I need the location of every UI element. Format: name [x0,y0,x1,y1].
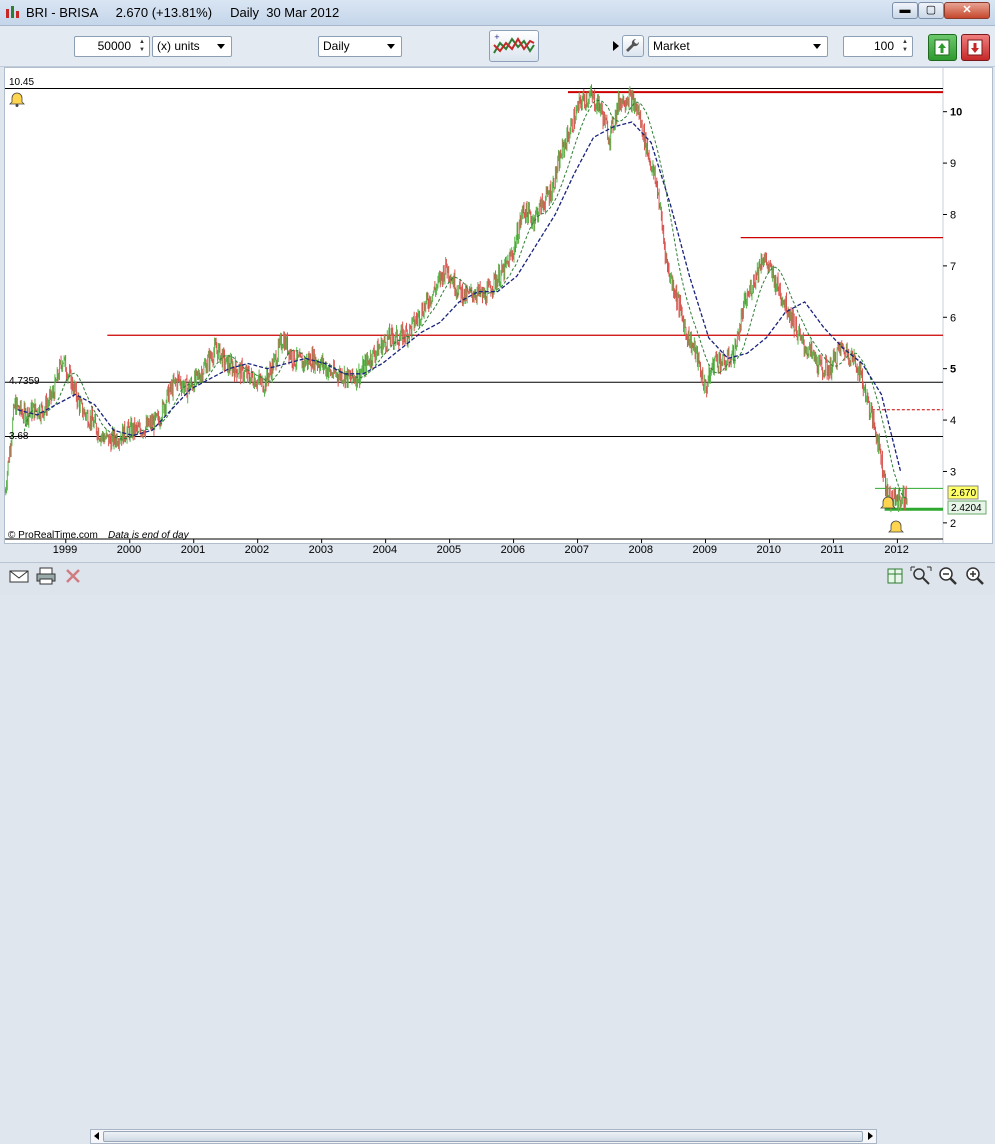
level-label: 4.7359 [9,376,40,387]
status-bar [0,562,995,1144]
y-tick-label: 6 [950,312,956,324]
zoom-out-icon[interactable] [937,566,959,586]
order-quantity-stepper[interactable]: ▲ ▼ [900,38,910,55]
quantity-value: 50000 [97,39,131,53]
x-tick-label: 2005 [436,544,462,556]
zoom-in-icon[interactable] [964,566,986,586]
x-tick-label: 2007 [564,544,590,556]
y-tick-label: 7 [950,261,956,273]
units-value: (x) units [157,39,200,53]
scroll-left-arrow[interactable] [94,1132,99,1140]
minimize-button[interactable]: ▬ [892,2,918,19]
buy-button[interactable] [928,34,957,61]
chevron-down-icon [217,44,225,49]
indicator-chart-icon: + [493,33,535,54]
credit-note: Data is end of day [108,530,190,541]
maximize-button[interactable]: ▢ [918,2,944,19]
y-tick-label: 5 [950,364,956,376]
price-chart[interactable]: 2 3 4 5 6 7 8 9 10 10.45 4.7359 3.68 2.670 2.420… [4,68,992,543]
indicator-button[interactable]: + [489,30,539,62]
level-label: 10.45 [9,77,34,88]
x-tick-label: 2001 [180,544,206,556]
zoom-fit-icon[interactable] [910,566,932,586]
x-tick-label: 2009 [692,544,717,556]
period-select[interactable]: Daily [318,36,402,57]
credit: © ProRealTime.com [8,530,98,541]
support-price-label: 2.4204 [951,503,982,514]
panel-toggle-arrow[interactable] [613,41,619,51]
current-price-tag: 2.670 [947,485,979,500]
price-bars [4,84,908,513]
close-button[interactable]: ✕ [944,2,990,19]
delete-icon[interactable] [62,566,84,586]
y-tick-label: 8 [950,209,956,221]
chevron-down-icon [813,44,821,49]
period-value: Daily [323,39,350,53]
x-tick-label: 2006 [500,544,526,556]
x-tick-label: 2008 [628,544,653,556]
sell-button[interactable] [961,34,990,61]
scroll-right-arrow[interactable] [868,1132,873,1140]
order-quantity-value: 100 [873,39,894,53]
window-title: BRI - BRISA 2.670 (+13.81%) Daily 30 Mar… [26,5,340,20]
alarm-bell-icon[interactable] [9,92,25,107]
order-quantity-input[interactable]: 100 ▲ ▼ [843,36,913,57]
svg-text:+: + [494,33,500,41]
current-price-label: 2.670 [951,488,976,499]
wrench-button[interactable] [622,35,644,57]
x-tick-label: 2002 [244,544,270,556]
x-tick-label: 2000 [116,544,142,556]
print-icon[interactable] [35,566,57,586]
y-axis: 2 3 4 5 6 7 8 9 10 [943,107,962,530]
x-tick-label: 1999 [52,544,78,556]
sell-icon [967,39,983,56]
x-tick-label: 2011 [820,544,845,556]
level-labels: 10.45 4.7359 3.68 [9,77,40,442]
quantity-stepper[interactable]: ▲ ▼ [137,38,147,55]
scrollbar-thumb[interactable] [103,1131,863,1142]
support-price-tag: 2.4204 [947,500,987,515]
x-tick-label: 2010 [756,544,781,556]
order-type-select[interactable]: Market [648,36,828,57]
y-tick-label: 4 [950,415,956,427]
y-tick-label: 9 [950,158,956,170]
units-select[interactable]: (x) units [152,36,232,57]
x-tick-label: 2012 [884,544,909,556]
x-tick-label: 2003 [308,544,334,556]
buy-icon [934,39,950,56]
quantity-input[interactable]: 50000 ▲ ▼ [74,36,150,57]
order-toolbar: 50000 ▲ ▼ (x) units Daily + Market 100 ▲ ▼ [0,26,995,67]
y-tick-label: 2 [950,518,956,530]
app-icon [6,6,19,18]
y-tick-label: 10 [950,107,962,119]
chart-panel[interactable]: 2 3 4 5 6 7 8 9 10 10.45 4.7359 3.68 2.670 2.420… [4,67,993,544]
y-tick-label: 3 [950,466,956,478]
chevron-down-icon [387,44,395,49]
email-icon[interactable] [8,566,30,586]
wrench-icon [626,38,640,52]
level-label: 3.68 [9,431,29,442]
x-tick-label: 2004 [372,544,398,556]
horizontal-scrollbar[interactable] [90,1129,877,1144]
order-type-value: Market [653,39,690,53]
table-icon[interactable] [884,566,906,586]
alarm-bell-icon[interactable] [888,520,904,533]
title-bar: BRI - BRISA 2.670 (+13.81%) Daily 30 Mar… [0,0,995,26]
